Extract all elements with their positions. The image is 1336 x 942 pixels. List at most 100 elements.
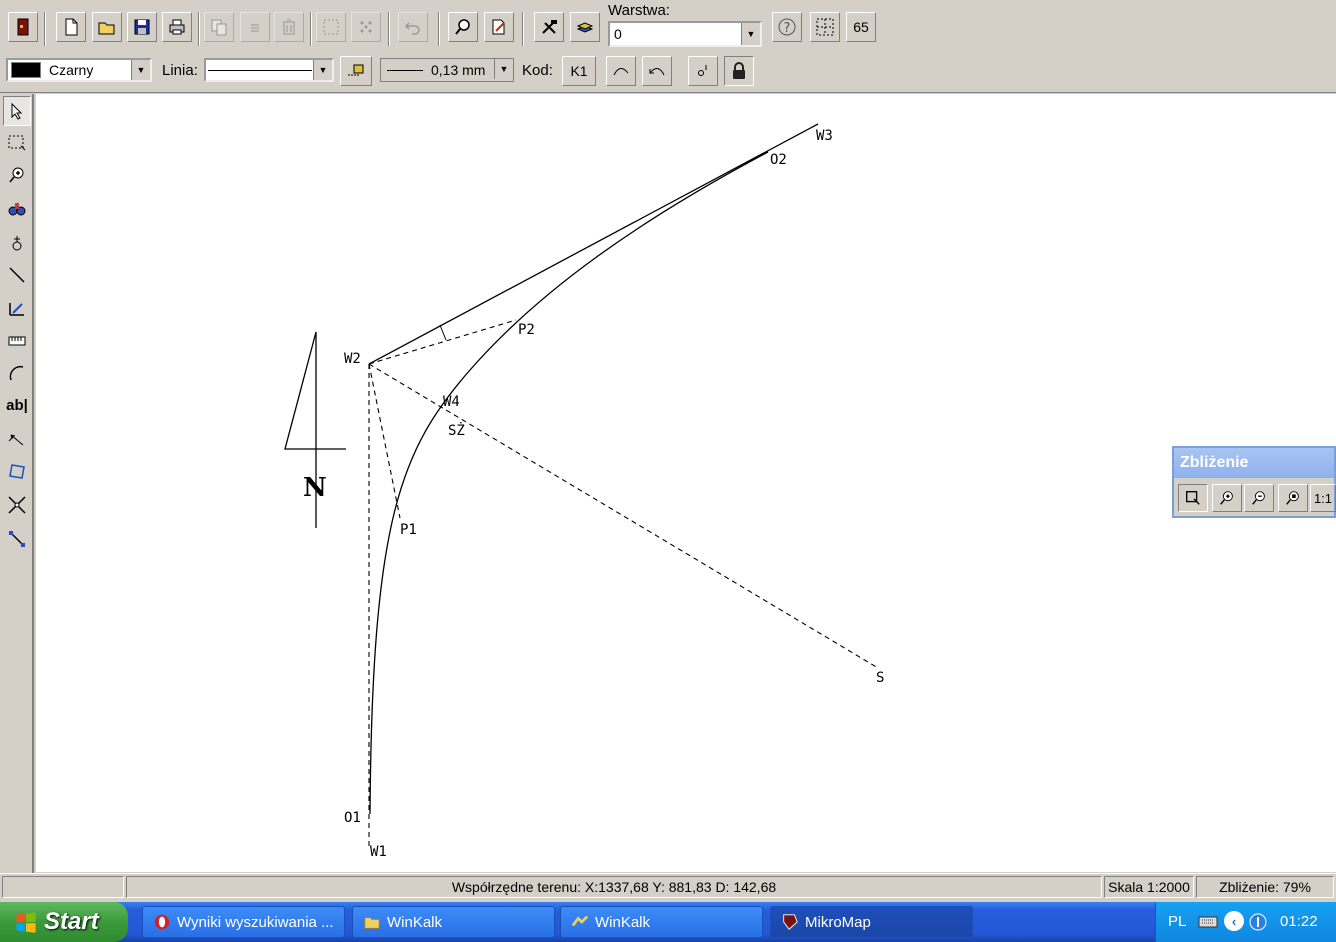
- zoom-out-icon: [1252, 491, 1265, 505]
- exit-door-icon: [17, 18, 29, 36]
- dimension-tool[interactable]: [3, 424, 31, 454]
- undo-arrow-icon: [404, 22, 420, 35]
- line-label: Linia:: [162, 62, 198, 79]
- color-select[interactable]: Czarny ▼: [6, 58, 152, 82]
- zoom-out-button[interactable]: [1244, 484, 1274, 512]
- zoom-tool[interactable]: [3, 160, 31, 190]
- task-search-results[interactable]: Wyniki wyszukiwania ...: [142, 906, 345, 938]
- tangent-line-w2-w3: [368, 123, 819, 365]
- arc-right-button[interactable]: [606, 56, 636, 86]
- chevron-down-icon[interactable]: ▼: [741, 23, 760, 45]
- select-points-button[interactable]: [316, 12, 346, 42]
- layer-label: Warstwa:: [608, 2, 670, 19]
- question-mark-icon: ?: [778, 18, 796, 36]
- code-button[interactable]: K1: [562, 56, 596, 86]
- paste-button[interactable]: [240, 12, 270, 42]
- thickness-preview: [387, 69, 423, 71]
- text-ab-icon: ab|: [6, 396, 28, 414]
- measure-tool[interactable]: [3, 326, 31, 356]
- segment-tool[interactable]: [3, 524, 31, 554]
- floppy-disk-icon: [134, 19, 150, 35]
- tools-button[interactable]: [534, 12, 564, 42]
- point-button[interactable]: [688, 56, 718, 86]
- grid-points-button[interactable]: [351, 12, 381, 42]
- exit-button[interactable]: [8, 12, 38, 42]
- taskbar: Start Wyniki wyszukiwania ... WinKalk Wi…: [0, 902, 1336, 942]
- polygon-icon: [9, 464, 25, 479]
- line-tool[interactable]: [3, 260, 31, 290]
- line-pick-button[interactable]: [340, 56, 372, 86]
- show-hidden-icons-icon[interactable]: ‹: [1224, 911, 1244, 931]
- chevron-down-icon[interactable]: ▼: [313, 60, 332, 80]
- search-button[interactable]: [448, 12, 478, 42]
- network-icon[interactable]: [1248, 912, 1268, 932]
- zoom-panel-title[interactable]: Zbliżenie: [1174, 448, 1334, 478]
- help-button[interactable]: ?: [772, 12, 802, 42]
- layers-button[interactable]: [570, 12, 600, 42]
- zoom-window-button[interactable]: [1178, 484, 1208, 512]
- keyboard-icon[interactable]: [1198, 913, 1218, 931]
- arc-tool[interactable]: [3, 358, 31, 388]
- zoom-one-to-one-button[interactable]: 1:1: [1310, 484, 1336, 512]
- line-style-preview: [208, 69, 312, 71]
- properties-toolbar: Czarny ▼ Linia: ▼ 0,13 mm ▼ Kod: K1: [0, 52, 1336, 93]
- label-p1: P1: [400, 522, 417, 538]
- line-style-select[interactable]: ▼: [204, 58, 334, 82]
- drawing-svg: W3 O2 P2 W2 W4 SŻ P1 O1 W1 S N: [284, 123, 884, 860]
- arc-left-button[interactable]: [642, 56, 672, 86]
- cursor-arrow-icon: [11, 102, 23, 120]
- windows-logo-icon: [16, 912, 36, 933]
- color-select-value: Czarny: [49, 62, 94, 78]
- find-object-tool[interactable]: [3, 194, 31, 224]
- intersection-tool[interactable]: [3, 490, 31, 520]
- edit-document-button[interactable]: [484, 12, 514, 42]
- lock-button[interactable]: [724, 56, 754, 86]
- zoom-in-icon: [9, 167, 24, 183]
- svg-text:?: ?: [784, 21, 791, 36]
- line-icon: [9, 267, 25, 283]
- label-w3: W3: [816, 128, 833, 144]
- undo-button[interactable]: [398, 12, 428, 42]
- polygon-tool[interactable]: [3, 456, 31, 486]
- label-o1: O1: [344, 810, 361, 826]
- label-o2: O2: [770, 152, 787, 168]
- label-sz: SŻ: [448, 421, 465, 439]
- counter-button[interactable]: 65: [846, 12, 876, 42]
- new-file-button[interactable]: [56, 12, 86, 42]
- select-tool[interactable]: [3, 96, 31, 126]
- north-label: N: [303, 473, 327, 503]
- delete-button[interactable]: [274, 12, 304, 42]
- grid-button[interactable]: [810, 12, 840, 42]
- intersection-icon: [8, 496, 26, 514]
- main-toolbar: Warstwa: 0 ▼ ? 65: [0, 0, 1336, 53]
- zoom-in-button[interactable]: [1212, 484, 1242, 512]
- padlock-icon: [733, 62, 745, 79]
- zoom-extents-button[interactable]: [1278, 484, 1308, 512]
- drawing-canvas[interactable]: W3 O2 P2 W2 W4 SŻ P1 O1 W1 S N: [36, 94, 1336, 872]
- polyline-tool[interactable]: [3, 294, 31, 324]
- separator: [198, 12, 200, 46]
- rectangle-select-tool[interactable]: [3, 128, 31, 158]
- chevron-down-icon[interactable]: ▼: [131, 60, 150, 80]
- task-label: WinKalk: [387, 913, 443, 931]
- ruler-pen-icon: [9, 303, 24, 316]
- language-indicator[interactable]: PL: [1168, 913, 1186, 930]
- dots-icon: [360, 21, 372, 33]
- label-s: S: [876, 670, 884, 686]
- thickness-select[interactable]: 0,13 mm ▼: [380, 58, 514, 82]
- layer-select[interactable]: 0 ▼: [608, 21, 762, 47]
- chevron-down-icon[interactable]: ▼: [494, 59, 513, 79]
- separator: [438, 12, 440, 46]
- text-tool[interactable]: ab|: [3, 390, 31, 420]
- point-marker-icon: [12, 236, 22, 251]
- task-mikromap[interactable]: MikroMap: [770, 906, 973, 938]
- open-file-button[interactable]: [92, 12, 122, 42]
- start-button[interactable]: Start: [0, 902, 128, 942]
- print-button[interactable]: [162, 12, 192, 42]
- task-winkalk-app[interactable]: WinKalk: [560, 906, 763, 938]
- copy-button[interactable]: [204, 12, 234, 42]
- copy-icon: [211, 19, 227, 36]
- point-tool[interactable]: [3, 228, 31, 258]
- task-winkalk-folder[interactable]: WinKalk: [352, 906, 555, 938]
- save-button[interactable]: [127, 12, 157, 42]
